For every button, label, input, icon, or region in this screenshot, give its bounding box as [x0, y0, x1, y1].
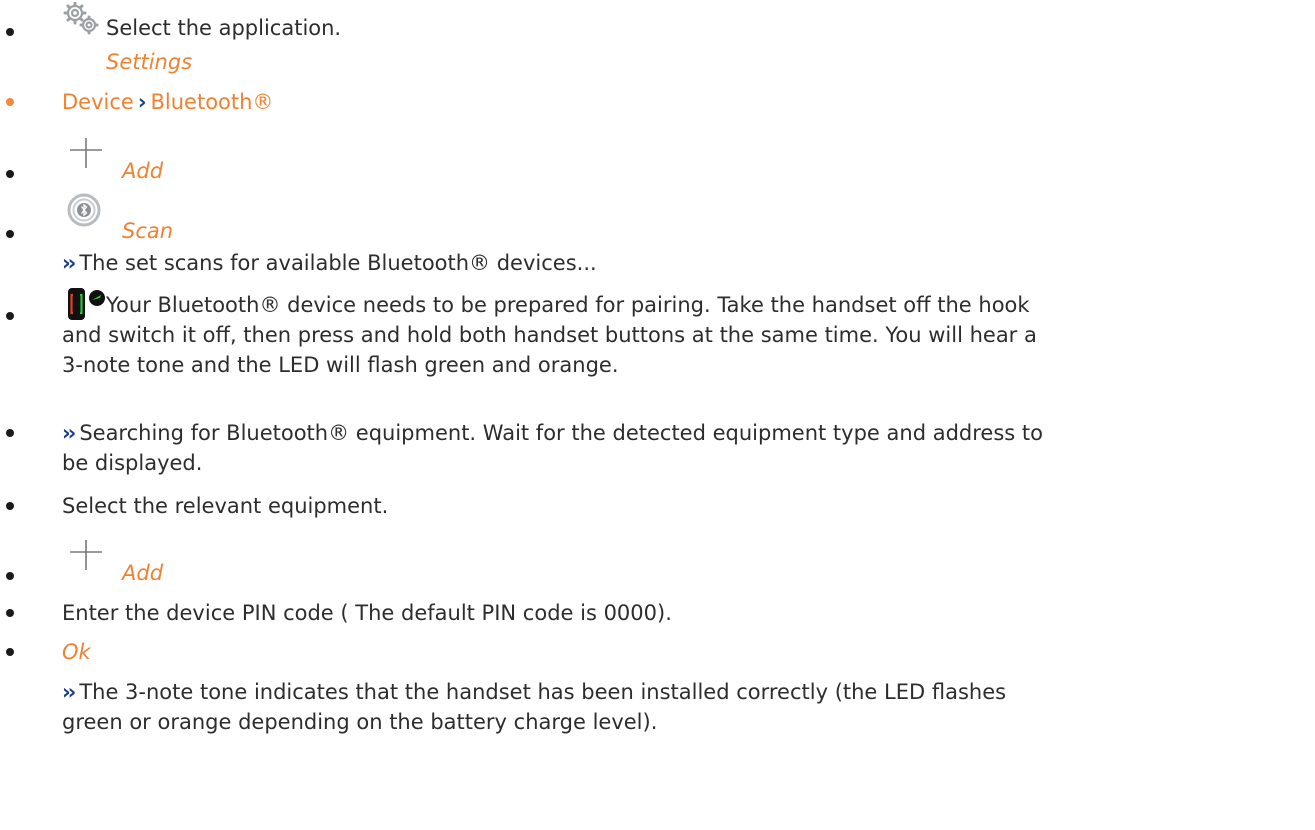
result-arrow-icon: ›› [62, 251, 76, 275]
scan-result-text: The set scans for available Bluetooth® d… [79, 251, 597, 275]
settings-app-name: Settings [106, 50, 193, 74]
step-text-line: and switch it off, then press and hold b… [62, 323, 1037, 347]
bullet [6, 230, 14, 238]
bullet [6, 312, 14, 320]
bullet [6, 572, 14, 580]
add-plus-icon [68, 136, 104, 170]
settings-gears-icon [62, 1, 102, 36]
step-ok: Ok ›› The 3-note tone indicates that the … [0, 637, 1310, 767]
step-select-equipment: Select the relevant equipment. [0, 491, 1300, 521]
step-add: Add [0, 130, 1300, 183]
step-device-bluetooth: Device › Bluetooth® [0, 87, 1300, 117]
result-arrow-icon: ›› [62, 680, 76, 704]
scan-label: Scan [122, 219, 174, 243]
step-text-line: Searching for Bluetooth® equipment. Wait… [79, 421, 1043, 445]
ok-label: Ok [62, 640, 91, 664]
step-searching: ›› Searching for Bluetooth® equipment. Wa… [0, 418, 1310, 482]
bullet [6, 170, 14, 178]
step-prepare-device: Your Bluetooth® device needs to be prepa… [0, 286, 1310, 404]
step-scan: Scan ›› The set scans for available Bluet… [0, 192, 1300, 275]
add-label: Add [122, 159, 164, 183]
bullet [6, 98, 14, 106]
step-text: Enter the device PIN code ( The default … [62, 601, 672, 625]
step-text-line: The 3-note tone indicates that the hands… [79, 680, 1007, 704]
step-text-line: be displayed. [62, 451, 203, 475]
menu-bluetooth: Bluetooth® [150, 90, 274, 114]
step-text-line: Your Bluetooth® device needs to be prepa… [106, 293, 1030, 317]
step-text-line: 3-note tone and the LED will flash green… [62, 353, 619, 377]
bullet [6, 502, 14, 510]
step-enter-pin: Enter the device PIN code ( The default … [0, 598, 1300, 628]
add-plus-icon [68, 538, 104, 572]
menu-device: Device [62, 90, 134, 114]
step-text-line: green or orange depending on the battery… [62, 710, 658, 734]
bullet [6, 28, 14, 36]
step-add-2: Add [0, 532, 1300, 585]
bluetooth-scan-icon [64, 192, 104, 232]
bullet [6, 609, 14, 617]
result-arrow-icon: ›› [62, 421, 76, 445]
bullet [6, 648, 14, 656]
bullet [6, 429, 14, 437]
step-text: Select the relevant equipment. [62, 494, 389, 518]
add-label: Add [122, 561, 164, 585]
step-text: Select the application. [106, 16, 342, 40]
breadcrumb-separator: › [137, 90, 147, 114]
